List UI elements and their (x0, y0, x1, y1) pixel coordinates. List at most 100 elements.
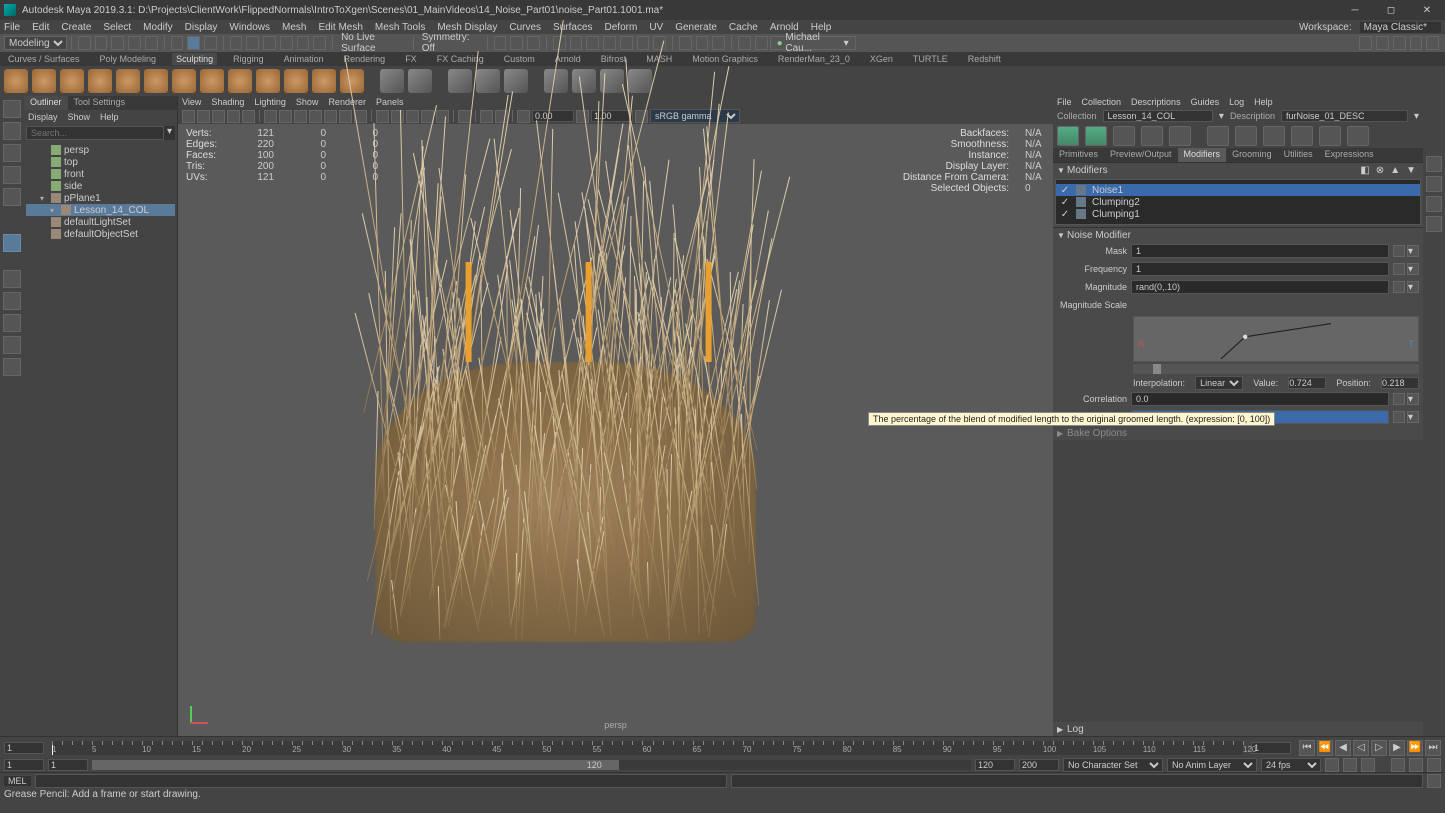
tool-settings-icon[interactable] (1426, 176, 1442, 192)
xgen-menu-guides[interactable]: Guides (1191, 97, 1220, 107)
menu-select[interactable]: Select (103, 22, 131, 33)
shelf-tab-sculpting[interactable]: Sculpting (172, 53, 217, 65)
modifier-down-icon[interactable]: ▼ (1406, 165, 1416, 176)
live-surface-label[interactable]: No Live Surface (341, 32, 405, 54)
ui-toggle-1-icon[interactable] (1359, 36, 1372, 50)
sculpt-falloff-icon[interactable] (448, 69, 472, 93)
sculpt-brush-11-icon[interactable] (284, 69, 308, 93)
menu-modify[interactable]: Modify (143, 22, 172, 33)
menu-mesh-display[interactable]: Mesh Display (437, 22, 497, 33)
vp-select-cam-icon[interactable] (182, 110, 195, 123)
script-lang-label[interactable]: MEL (4, 776, 31, 786)
mask-slider-icon[interactable] (1393, 245, 1405, 257)
anim-prefs-icon[interactable] (1361, 758, 1375, 772)
correlation-input[interactable] (1131, 392, 1389, 406)
goto-end-icon[interactable]: ⏭ (1425, 740, 1441, 756)
xgen-menu-file[interactable]: File (1057, 97, 1072, 107)
construction-4-icon[interactable] (603, 36, 616, 50)
vp-textured-icon[interactable] (406, 110, 419, 123)
select-tool[interactable] (3, 100, 21, 118)
sculpt-brush-13-icon[interactable] (340, 69, 364, 93)
corr-menu-icon[interactable]: ▾ (1407, 393, 1419, 405)
goto-start-icon[interactable]: ⏮ (1299, 740, 1315, 756)
vp-film-gate-icon[interactable] (279, 110, 292, 123)
mag-menu-icon[interactable]: ▾ (1407, 281, 1419, 293)
timeline-track[interactable]: 1510152025303540455055606570758085909510… (52, 741, 1243, 755)
command-input[interactable] (35, 774, 727, 788)
toggle-3-icon[interactable] (527, 36, 540, 50)
outliner-search[interactable] (26, 126, 164, 140)
mask-input[interactable] (1131, 244, 1389, 258)
mode-selector[interactable]: Modeling (4, 36, 67, 50)
outliner-item-persp[interactable]: persp (26, 144, 175, 156)
vp-exposure-input[interactable] (532, 110, 574, 122)
bake-options-header[interactable]: ▶Bake Options (1053, 426, 1423, 440)
outliner-display-menu[interactable]: Display (28, 112, 58, 122)
range-tool-1-icon[interactable] (1391, 758, 1405, 772)
menu-generate[interactable]: Generate (675, 22, 717, 33)
modifier-Clumping1[interactable]: ✓Clumping1 (1056, 208, 1420, 220)
snap-curve-icon[interactable] (246, 36, 259, 50)
vp-grease-icon[interactable] (242, 110, 255, 123)
mag-slider-icon[interactable] (1393, 281, 1405, 293)
vp-2d-pan-icon[interactable] (227, 110, 240, 123)
range-end-2[interactable] (975, 759, 1015, 771)
freq-slider-icon[interactable] (1393, 263, 1405, 275)
xgen-tool-1-icon[interactable] (1113, 126, 1135, 146)
vp-image-plane-icon[interactable] (212, 110, 225, 123)
vp-menu-renderer[interactable]: Renderer (328, 97, 366, 107)
vp-res-gate-icon[interactable] (294, 110, 307, 123)
ui-toggle-4-icon[interactable] (1410, 36, 1423, 50)
menu-edit-mesh[interactable]: Edit Mesh (318, 22, 362, 33)
sculpt-brush-7-icon[interactable] (172, 69, 196, 93)
fps-select[interactable]: 24 fps (1261, 758, 1321, 772)
menu-mesh-tools[interactable]: Mesh Tools (375, 22, 425, 33)
shelf-tab-xgen[interactable]: XGen (866, 53, 897, 65)
freq-menu-icon[interactable]: ▾ (1407, 263, 1419, 275)
layout-single[interactable] (3, 270, 21, 288)
curve-value-input[interactable] (1288, 377, 1326, 389)
menu-help[interactable]: Help (811, 22, 832, 33)
shelf-tab-fx-caching[interactable]: FX Caching (433, 53, 488, 65)
menu-arnold[interactable]: Arnold (770, 22, 799, 33)
outliner-item-defaultObjectSet[interactable]: defaultObjectSet (26, 228, 175, 240)
xgen-menu-help[interactable]: Help (1254, 97, 1273, 107)
range-start-2[interactable] (48, 759, 88, 771)
range-slider[interactable]: 120 (92, 760, 971, 770)
xgen-add-icon[interactable] (1085, 126, 1107, 146)
outliner-item-Lesson_14_COL[interactable]: ▾Lesson_14_COL (26, 204, 175, 216)
sculpt-brush-12-icon[interactable] (312, 69, 336, 93)
shelf-tab-renderman_23_0[interactable]: RenderMan_23_0 (774, 53, 854, 65)
magnitude-curve-editor[interactable]: R T (1133, 316, 1419, 362)
collection-input[interactable] (1103, 110, 1213, 122)
render-1-icon[interactable] (679, 36, 692, 50)
sculpt-brush-5-icon[interactable] (116, 69, 140, 93)
shelf-tab-rigging[interactable]: Rigging (229, 53, 268, 65)
layout-two-side[interactable] (3, 314, 21, 332)
shelf-tab-custom[interactable]: Custom (500, 53, 539, 65)
modifier-Clumping2[interactable]: ✓Clumping2 (1056, 196, 1420, 208)
vp-grid-icon[interactable] (264, 110, 277, 123)
noise-modifier-header[interactable]: ▼Noise Modifier (1053, 228, 1423, 242)
sculpt-brush-4-icon[interactable] (88, 69, 112, 93)
xgen-guide-1-icon[interactable] (1207, 126, 1229, 146)
xgen-tool-2-icon[interactable] (1141, 126, 1163, 146)
modifiers-section-header[interactable]: ▼Modifiers ◧ ⊗ ▲ ▼ (1053, 163, 1423, 177)
modifier-mute-icon[interactable]: ⊗ (1376, 165, 1384, 176)
xgen-guide-6-icon[interactable] (1347, 126, 1369, 146)
vp-gate-mask-icon[interactable] (309, 110, 322, 123)
timeline-current-frame[interactable] (1251, 742, 1291, 754)
tool-settings-tab[interactable]: Tool Settings (68, 96, 132, 110)
description-input[interactable] (1281, 110, 1408, 122)
redo-icon[interactable] (145, 36, 158, 50)
shelf-tab-turtle[interactable]: TURTLE (909, 53, 952, 65)
range-start[interactable] (4, 759, 44, 771)
shelf-tab-animation[interactable]: Animation (280, 53, 328, 65)
layout-four[interactable] (3, 292, 21, 310)
step-back-icon[interactable]: ◀ (1335, 740, 1351, 756)
rotate-tool[interactable] (3, 166, 21, 184)
script-editor-icon[interactable] (1427, 774, 1441, 788)
vp-menu-show[interactable]: Show (296, 97, 319, 107)
snap-grid-icon[interactable] (230, 36, 243, 50)
sculpt-freeze-icon[interactable] (380, 69, 404, 93)
